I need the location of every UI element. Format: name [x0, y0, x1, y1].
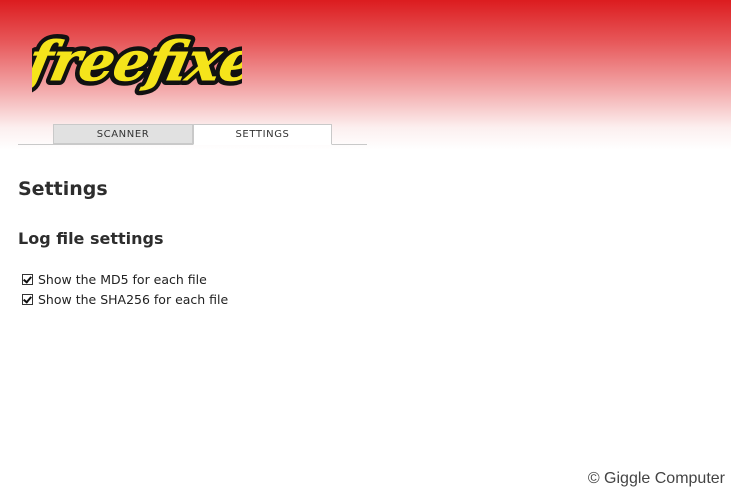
md5-checkbox[interactable]	[22, 273, 33, 285]
svg-text:freefixer: freefixer	[32, 30, 242, 93]
tab-bar: SCANNER SETTINGS	[18, 124, 367, 145]
tab-scanner[interactable]: SCANNER	[53, 124, 193, 144]
page-title: Settings	[18, 178, 108, 200]
section-title: Log file settings	[18, 229, 164, 248]
option-sha256[interactable]: Show the SHA256 for each file	[22, 290, 228, 308]
option-md5[interactable]: Show the MD5 for each file	[22, 270, 207, 288]
tab-settings[interactable]: SETTINGS	[193, 124, 332, 145]
copyright-watermark: © Giggle Computer	[587, 470, 725, 487]
sha256-checkbox[interactable]	[22, 293, 33, 305]
md5-label: Show the MD5 for each file	[38, 271, 207, 287]
sha256-label: Show the SHA256 for each file	[38, 291, 229, 307]
freefixer-logo: freefixer freefixer	[32, 25, 242, 98]
header-banner: freefixer freefixer SCANNER SETTINGS	[0, 0, 731, 150]
